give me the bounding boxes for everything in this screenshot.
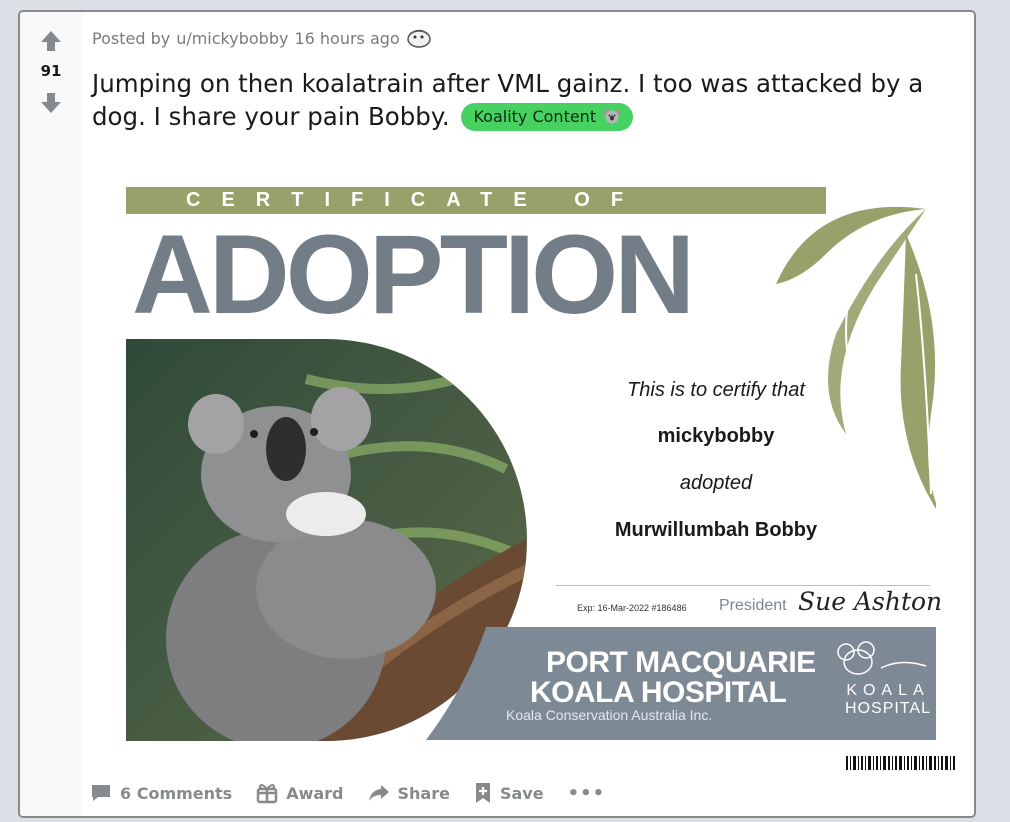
post-title[interactable]: Jumping on then koalatrain after VML gai… (92, 67, 952, 133)
certificate-headline: ADOPTION (132, 212, 695, 337)
org-line-2: KOALA HOSPITAL (530, 676, 787, 709)
save-icon (475, 783, 490, 803)
award-label: Award (286, 783, 344, 803)
org-subtitle: Koala Conservation Australia Inc. (506, 707, 713, 723)
save-button[interactable]: Save (474, 782, 556, 804)
org-line-1: PORT MACQUARIE (546, 646, 816, 679)
signature-rule (556, 585, 930, 586)
author-link[interactable]: u/mickybobby (176, 29, 288, 48)
koala-emoji-icon (603, 109, 621, 124)
more-options-button[interactable]: ••• (568, 783, 606, 804)
post-time[interactable]: 16 hours ago (294, 29, 399, 48)
barcode (846, 756, 955, 770)
logo-line-2: HOSPITAL (845, 700, 931, 717)
post-card[interactable]: 91 Posted by u/mickybobby 16 hours ago J… (18, 10, 976, 818)
meta-prefix: Posted by (92, 28, 171, 48)
adopter-name: mickybobby (657, 425, 775, 447)
share-button[interactable]: Share (368, 783, 462, 803)
comment-icon (92, 785, 110, 801)
president-label: President (719, 597, 787, 614)
flair-label: Koality Content (473, 107, 597, 126)
avatar-icon (406, 29, 431, 48)
upvote-icon[interactable] (39, 30, 63, 52)
flair-badge[interactable]: Koality Content (461, 103, 634, 131)
logo-line-1: KOALA (846, 682, 930, 699)
signature: Sue Ashton (798, 587, 943, 616)
post-actions: 6 Comments Award Share Save ••• (90, 782, 605, 804)
certificate-header: CERTIFICATE OF (186, 189, 645, 211)
certificate-image[interactable]: CERTIFICATE OF ADOPTION This is to certi… (126, 184, 955, 770)
post-meta: Posted by u/mickybobby 16 hours ago (92, 28, 432, 48)
adopted-line: adopted (679, 472, 753, 494)
koala-logo-icon (837, 641, 927, 675)
expiry-text: Exp: 16-Mar-2022 #186486 (577, 603, 687, 613)
vote-score: 91 (40, 62, 62, 80)
certify-line: This is to certify that (627, 379, 805, 401)
save-label: Save (499, 783, 544, 803)
comments-button[interactable]: 6 Comments (90, 783, 244, 803)
vote-column: 91 (20, 12, 82, 816)
koala-name: Murwillumbah Bobby (614, 519, 818, 541)
share-label: Share (397, 783, 450, 803)
comments-label: 6 Comments (120, 783, 233, 803)
share-icon (368, 785, 389, 801)
award-icon (256, 784, 278, 804)
downvote-icon[interactable] (39, 92, 63, 114)
award-button[interactable]: Award (256, 782, 355, 804)
